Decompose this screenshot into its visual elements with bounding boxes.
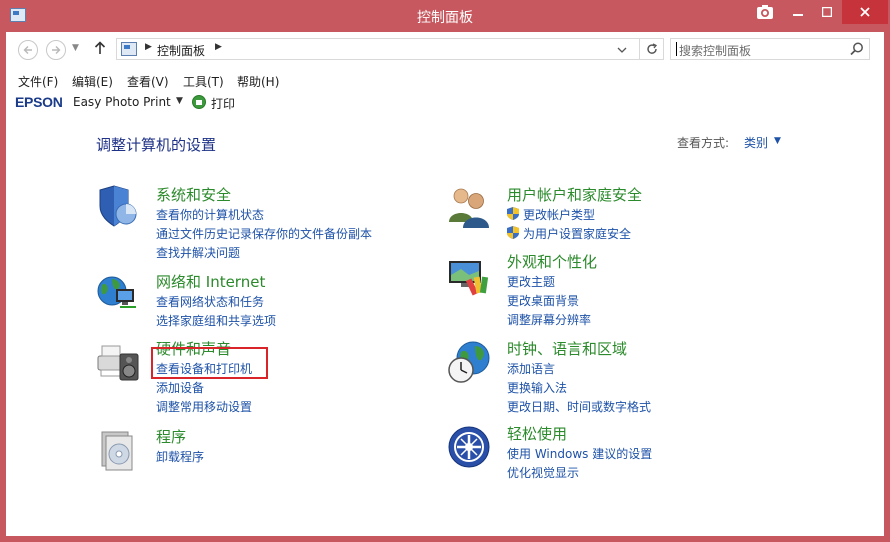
category-title[interactable]: 用户帐户和家庭安全 xyxy=(507,184,642,205)
appearance-personalization-icon[interactable] xyxy=(447,255,491,299)
category-link[interactable]: 查找并解决问题 xyxy=(156,244,240,261)
category-link[interactable]: 更改主题 xyxy=(507,273,555,290)
print-icon[interactable] xyxy=(192,95,206,109)
menu-edit[interactable]: 编辑(E) xyxy=(72,73,113,90)
category-link[interactable]: 添加设备 xyxy=(156,379,204,396)
breadcrumb-control-panel[interactable]: 控制面板 xyxy=(157,42,205,59)
back-button[interactable] xyxy=(18,40,38,60)
camera-icon[interactable] xyxy=(756,4,774,20)
close-button[interactable] xyxy=(842,0,888,24)
category-system-security: 系统和安全 查看你的计算机状态 通过文件历史记录保存你的文件备份副本 查找并解决… xyxy=(96,184,396,264)
category-link[interactable]: 选择家庭组和共享选项 xyxy=(156,312,276,329)
ease-of-access-icon[interactable] xyxy=(447,425,491,469)
category-appearance: 外观和个性化 更改主题 更改桌面背景 调整屏幕分辨率 xyxy=(447,251,747,331)
network-internet-icon[interactable] xyxy=(96,271,140,315)
search-icon[interactable] xyxy=(849,41,865,57)
category-title[interactable]: 轻松使用 xyxy=(507,423,567,444)
category-link[interactable]: 查看你的计算机状态 xyxy=(156,206,264,223)
arrow-up-icon xyxy=(94,41,106,54)
category-link[interactable]: 更换输入法 xyxy=(507,379,567,396)
arrow-left-icon xyxy=(23,46,32,54)
view-by-label: 查看方式: xyxy=(677,136,730,150)
refresh-icon xyxy=(646,43,657,54)
window-bottom-edge xyxy=(6,534,884,536)
hardware-sound-icon[interactable] xyxy=(96,340,140,384)
minimize-icon xyxy=(792,14,803,16)
highlight-box xyxy=(151,347,268,379)
system-security-icon[interactable] xyxy=(96,184,140,228)
search-placeholder: 搜索控制面板 xyxy=(679,44,752,58)
maximize-icon xyxy=(821,6,832,18)
view-by-dropdown-icon[interactable]: ▼ xyxy=(774,136,781,146)
menu-help[interactable]: 帮助(H) xyxy=(237,73,279,90)
control-panel-icon xyxy=(121,42,137,56)
category-link[interactable]: 查看网络状态和任务 xyxy=(156,293,264,310)
forward-button[interactable] xyxy=(46,40,66,60)
category-clock-language-region: 时钟、语言和区域 添加语言 更换输入法 更改日期、时间或数字格式 xyxy=(447,338,747,418)
category-link[interactable]: 调整常用移动设置 xyxy=(156,398,252,415)
category-link[interactable]: 更改日期、时间或数字格式 xyxy=(507,398,651,415)
category-link[interactable]: 通过文件历史记录保存你的文件备份副本 xyxy=(156,225,372,242)
easy-photo-print-dropdown-icon[interactable]: ▼ xyxy=(176,96,183,106)
navigation-bar: ▼ ▶ 控制面板 ▶ 搜索控制面板 xyxy=(6,32,884,68)
category-user-accounts: 用户帐户和家庭安全 更改帐户类型 为用户设置家庭安全 xyxy=(447,184,747,244)
category-programs: 程序 卸载程序 xyxy=(96,426,396,476)
category-link[interactable]: 使用 Windows 建议的设置 xyxy=(507,445,652,462)
category-link[interactable]: 为用户设置家庭安全 xyxy=(523,225,631,242)
recent-locations-dropdown[interactable]: ▼ xyxy=(72,43,79,53)
epson-logo[interactable]: EPSON xyxy=(15,94,63,110)
category-network-internet: 网络和 Internet 查看网络状态和任务 选择家庭组和共享选项 xyxy=(96,271,396,331)
refresh-button[interactable] xyxy=(639,39,663,59)
title-bar: 控制面板 xyxy=(0,0,890,32)
category-link[interactable]: 优化视觉显示 xyxy=(507,464,579,481)
menu-tools[interactable]: 工具(T) xyxy=(183,73,224,90)
menu-bar: 文件(F) 编辑(E) 查看(V) 工具(T) 帮助(H) xyxy=(6,70,884,92)
menu-view[interactable]: 查看(V) xyxy=(127,73,169,90)
view-by-dropdown[interactable]: 类别 xyxy=(744,134,768,151)
category-title[interactable]: 程序 xyxy=(156,426,186,447)
page-heading: 调整计算机的设置 xyxy=(96,136,217,154)
category-link[interactable]: 更改桌面背景 xyxy=(507,292,579,309)
epson-toolbar: EPSON Easy Photo Print ▼ 打印 xyxy=(6,92,884,114)
address-dropdown-icon[interactable] xyxy=(617,41,627,58)
clock-language-region-icon[interactable] xyxy=(447,340,491,384)
easy-photo-print-button[interactable]: Easy Photo Print xyxy=(73,95,171,109)
menu-file[interactable]: 文件(F) xyxy=(18,73,58,90)
category-title[interactable]: 系统和安全 xyxy=(156,184,231,205)
category-title[interactable]: 外观和个性化 xyxy=(507,251,597,272)
text-caret xyxy=(676,42,677,56)
category-title[interactable]: 时钟、语言和区域 xyxy=(507,338,627,359)
print-button[interactable]: 打印 xyxy=(211,95,235,112)
maximize-button[interactable] xyxy=(813,0,840,24)
category-link[interactable]: 卸载程序 xyxy=(156,448,204,465)
minimize-button[interactable] xyxy=(784,0,811,24)
search-box[interactable]: 搜索控制面板 xyxy=(670,38,870,60)
up-button[interactable] xyxy=(94,41,106,59)
category-link[interactable]: 更改帐户类型 xyxy=(523,206,595,223)
arrow-right-icon xyxy=(52,46,61,54)
uac-shield-icon xyxy=(507,226,519,239)
category-ease-of-access: 轻松使用 使用 Windows 建议的设置 优化视觉显示 xyxy=(447,423,747,483)
programs-icon[interactable] xyxy=(96,428,140,472)
breadcrumb-chevron-icon[interactable]: ▶ xyxy=(215,42,222,52)
breadcrumb-chevron-icon[interactable]: ▶ xyxy=(145,42,152,52)
address-bar[interactable]: ▶ 控制面板 ▶ xyxy=(116,38,664,60)
user-accounts-icon[interactable] xyxy=(447,184,491,228)
window-body: ▼ ▶ 控制面板 ▶ 搜索控制面板 文件(F) 编辑(E) 查看(V) 工具(T… xyxy=(6,32,884,536)
uac-shield-icon xyxy=(507,207,519,220)
category-link[interactable]: 添加语言 xyxy=(507,360,555,377)
category-link[interactable]: 调整屏幕分辨率 xyxy=(507,311,591,328)
close-icon xyxy=(860,7,870,17)
category-title[interactable]: 网络和 Internet xyxy=(156,271,265,292)
